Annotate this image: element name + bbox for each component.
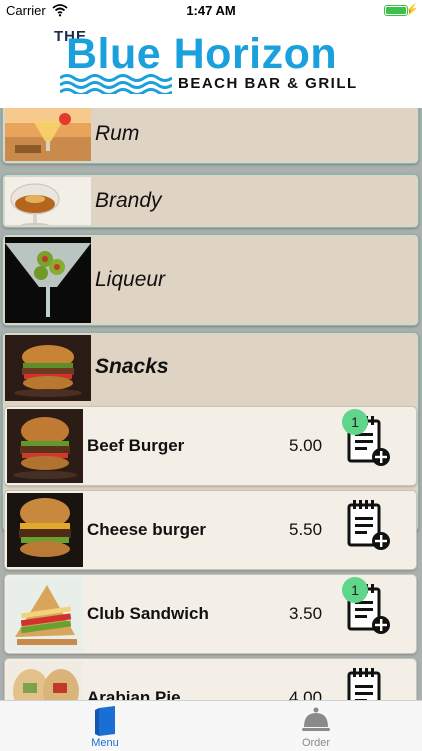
item-name: Arabian Pie <box>87 688 181 700</box>
tab-menu[interactable]: Menu <box>45 701 165 751</box>
app-header: THE Blue Horizon BEACH BAR & GRILL <box>0 22 422 108</box>
menu-item-club-sandwich[interactable]: Club Sandwich 3.50 1 <box>4 574 417 654</box>
item-price: 4.00 <box>289 688 323 700</box>
category-label: Brandy <box>95 189 162 212</box>
rum-thumbnail <box>5 108 91 161</box>
snacks-thumbnail <box>5 335 91 401</box>
order-count-badge: 1 <box>342 409 368 435</box>
menu-list[interactable]: Rum Brandy Liqueur Snacks Beef Burger 5.… <box>0 108 422 700</box>
category-rum[interactable]: Rum <box>2 108 419 164</box>
liqueur-thumbnail <box>5 237 91 323</box>
item-name: Club Sandwich <box>87 604 209 623</box>
tab-label: Menu <box>91 737 119 749</box>
club-sandwich-thumbnail <box>7 577 83 651</box>
clock-time: 1:47 AM <box>186 3 236 18</box>
menu-item-arabian-pie[interactable]: Arabian Pie 4.00 <box>4 658 417 700</box>
beef-burger-thumbnail <box>7 409 83 483</box>
charging-icon: ⚡ <box>405 4 419 16</box>
menu-item-beef-burger[interactable]: Beef Burger 5.00 1 <box>4 406 417 486</box>
category-label: Liqueur <box>95 268 166 291</box>
category-label: Snacks <box>95 355 169 378</box>
item-name: Beef Burger <box>87 436 185 455</box>
waves-icon <box>60 74 172 94</box>
tab-label: Order <box>301 737 331 749</box>
item-price: 5.50 <box>289 520 323 539</box>
item-price: 3.50 <box>289 604 323 623</box>
tab-order[interactable]: Order <box>256 701 376 751</box>
add-to-order-icon[interactable] <box>345 497 395 553</box>
arabian-pie-thumbnail <box>7 661 83 700</box>
item-name: Cheese burger <box>87 520 207 539</box>
logo-subtitle: BEACH BAR & GRILL <box>178 75 358 92</box>
menu-item-cheese-burger[interactable]: Cheese burger 5.50 <box>4 490 417 570</box>
category-label: Rum <box>95 122 140 145</box>
menu-book-icon <box>95 706 115 736</box>
brandy-thumbnail <box>5 177 91 225</box>
cheese-burger-thumbnail <box>7 493 83 567</box>
tab-bar: Menu Order <box>0 700 422 751</box>
add-to-order-icon[interactable] <box>345 665 395 700</box>
status-bar: Carrier 1:47 AM ⚡ <box>0 0 422 22</box>
order-count-badge: 1 <box>342 577 368 603</box>
cloche-icon <box>302 707 330 731</box>
category-liqueur[interactable]: Liqueur <box>2 234 419 326</box>
item-price: 5.00 <box>289 436 323 455</box>
category-brandy[interactable]: Brandy <box>2 174 419 228</box>
